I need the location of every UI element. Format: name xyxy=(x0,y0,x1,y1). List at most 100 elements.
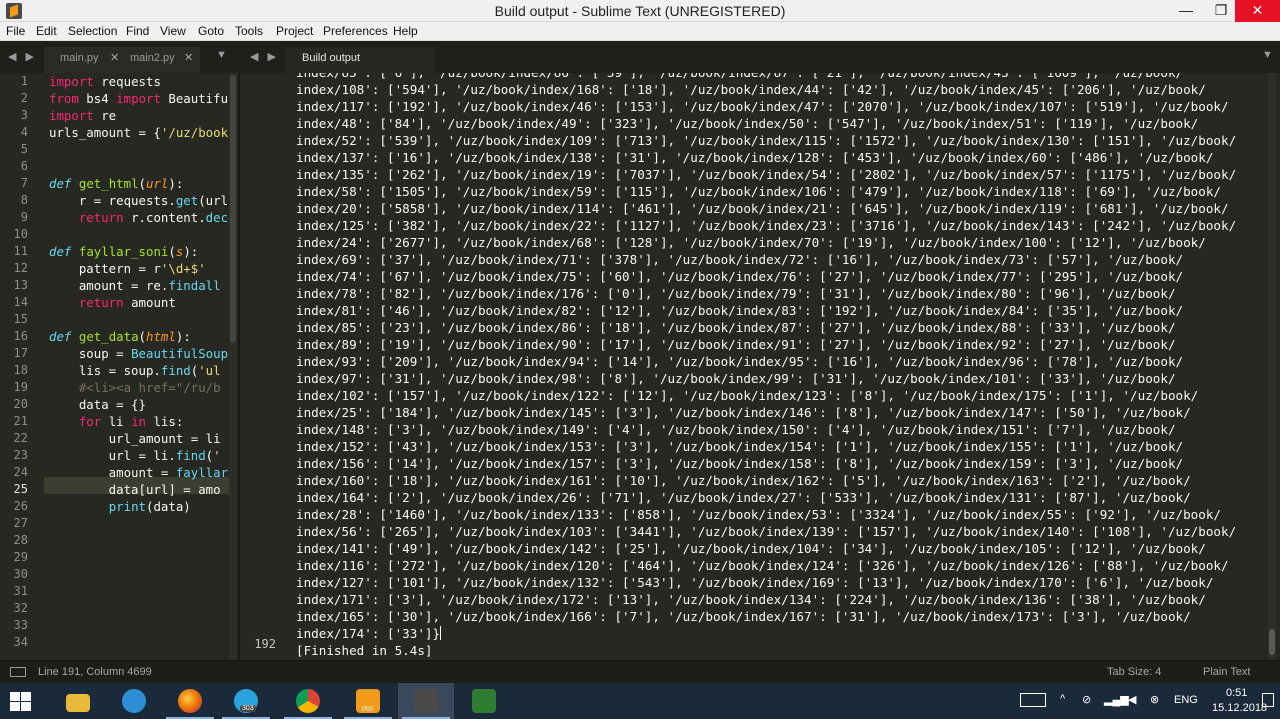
sublime-text-taskbar-icon[interactable] xyxy=(398,683,454,719)
line-number: 5 xyxy=(20,142,28,156)
tab-size-selector[interactable]: Tab Size: 4 xyxy=(1107,666,1161,678)
editor-pane[interactable]: 1 2 3 4 5 6 7 8 9 10 11 12 13 14 15 16 17 18 19 20 21 22 23 24 2… xyxy=(0,73,238,660)
code-line: amount = re.findall xyxy=(49,278,221,293)
output-line: index/85': ['23'], '/uz/book/index/86': … xyxy=(296,320,1176,335)
menu-help[interactable]: Help xyxy=(393,24,418,38)
code-line: import requests xyxy=(49,74,161,89)
build-output-text[interactable]: index/85': ['6'], '/uz/book/index/86': [… xyxy=(296,73,1266,659)
window-title: Build output - Sublime Text (UNREGISTERE… xyxy=(494,3,786,19)
syntax-selector[interactable]: Plain Text xyxy=(1203,666,1251,678)
code-line: from bs4 import BeautifulSoup xyxy=(49,91,229,106)
network-app-taskbar-icon[interactable] xyxy=(106,683,162,719)
signal-icon[interactable]: ▂▄▆ xyxy=(1104,693,1129,706)
output-line: index/52': ['539'], '/uz/book/index/109'… xyxy=(296,133,1237,148)
tab-main2-py[interactable]: main2.py ✕ xyxy=(126,47,200,73)
tab-close-icon[interactable]: ✕ xyxy=(110,47,119,69)
tab-close-icon[interactable]: ✕ xyxy=(184,47,193,69)
code-line: soup = BeautifulSoup xyxy=(49,346,229,361)
windows-start-icon[interactable] xyxy=(10,692,32,712)
line-number: 23 xyxy=(13,448,28,462)
output-line: index/89': ['19'], '/uz/book/index/90': … xyxy=(296,337,1176,352)
code-view[interactable]: import requests from bs4 import Beautifu… xyxy=(49,73,229,515)
right-pane-nav-arrows[interactable]: ◀ ▶ xyxy=(250,50,279,63)
minimize-button[interactable]: — xyxy=(1170,0,1202,22)
tab-build-output[interactable]: Build output xyxy=(286,47,434,73)
chart-app-icon xyxy=(472,689,496,713)
windows-taskbar: 303 PDF ^ ⊘ ▂▄▆ ◀ ⊗ ENG 0:51 15.12.2018 xyxy=(0,683,1280,719)
close-button[interactable]: ✕ xyxy=(1235,0,1280,22)
tab-label: main.py xyxy=(60,52,99,64)
maximize-button[interactable]: ❐ xyxy=(1205,0,1237,22)
tab-label: Build output xyxy=(302,52,361,64)
code-line: #<li><a href="/ru/b xyxy=(78,380,221,395)
menu-edit[interactable]: Edit xyxy=(36,24,57,38)
telegram-unread-badge: 303 xyxy=(240,705,256,712)
output-line: index/24': ['2677'], '/uz/book/index/68'… xyxy=(296,235,1206,250)
show-panel-icon[interactable] xyxy=(10,667,26,677)
output-line: index/165': ['30'], '/uz/book/index/166'… xyxy=(296,609,1191,624)
tab-main-py[interactable]: main.py ✕ xyxy=(44,47,126,73)
output-line: index/93': ['209'], '/uz/book/index/94':… xyxy=(296,354,1184,369)
chevron-up-icon[interactable]: ^ xyxy=(1060,693,1065,705)
menu-goto[interactable]: Goto xyxy=(198,24,224,38)
left-scrollbar-thumb[interactable] xyxy=(230,75,236,343)
menu-tools[interactable]: Tools xyxy=(235,24,263,38)
line-number: 25 xyxy=(13,482,28,496)
volume-muted-icon[interactable]: ⊘ xyxy=(1082,693,1091,706)
folder-icon xyxy=(66,694,90,712)
telegram-taskbar-icon[interactable]: 303 xyxy=(218,683,274,719)
line-number: 24 xyxy=(13,465,28,479)
clock-time[interactable]: 0:51 xyxy=(1226,687,1247,699)
menu-preferences[interactable]: Preferences xyxy=(323,24,388,38)
code-line: def get_data(html): xyxy=(49,329,191,344)
left-pane-nav-arrows[interactable]: ◀ ▶ xyxy=(8,50,37,63)
cursor-position: Line 191, Column 4699 xyxy=(38,666,152,678)
clock-date[interactable]: 15.12.2018 xyxy=(1212,702,1267,714)
right-scrollbar-thumb[interactable] xyxy=(1269,629,1275,655)
output-line: index/97': ['31'], '/uz/book/index/98': … xyxy=(296,371,1176,386)
left-scrollbar[interactable] xyxy=(229,73,237,660)
output-line: index/148': ['3'], '/uz/book/index/149':… xyxy=(296,422,1176,437)
output-line: index/117': ['192'], '/uz/book/index/46'… xyxy=(296,99,1229,114)
speaker-icon[interactable]: ◀ xyxy=(1128,693,1136,706)
build-output-pane[interactable]: index/85': ['6'], '/uz/book/index/86': [… xyxy=(240,73,1280,660)
line-number: 21 xyxy=(13,414,28,428)
menu-bar: File Edit Selection Find View Goto Tools… xyxy=(0,22,1280,41)
menu-file[interactable]: File xyxy=(6,24,25,38)
notification-alert-icon[interactable]: ⊗ xyxy=(1150,693,1159,706)
right-scrollbar[interactable] xyxy=(1268,73,1276,660)
menu-view[interactable]: View xyxy=(160,24,186,38)
output-line: index/156': ['14'], '/uz/book/index/157'… xyxy=(296,456,1184,471)
line-number: 7 xyxy=(20,176,28,190)
line-number: 30 xyxy=(13,567,28,581)
pdf-icon-label: PDF xyxy=(362,707,374,713)
menu-find[interactable]: Find xyxy=(126,24,149,38)
line-number: 3 xyxy=(20,108,28,122)
chrome-taskbar-icon[interactable] xyxy=(280,683,336,719)
code-line: lis = soup.find('ul xyxy=(49,363,221,378)
firefox-taskbar-icon[interactable] xyxy=(162,683,218,719)
line-number: 29 xyxy=(13,550,28,564)
output-line: index/174': ['33']} xyxy=(296,626,442,641)
pdf-app-taskbar-icon[interactable]: PDF xyxy=(340,683,396,719)
status-bar: Line 191, Column 4699 Tab Size: 4 Plain … xyxy=(0,660,1280,683)
touch-keyboard-icon[interactable] xyxy=(1020,693,1046,707)
task-manager-taskbar-icon[interactable] xyxy=(456,683,512,719)
output-line: index/81': ['46'], '/uz/book/index/82': … xyxy=(296,303,1184,318)
keyboard-language[interactable]: ENG xyxy=(1174,694,1198,706)
left-pane-tab-dropdown-icon[interactable]: ▼ xyxy=(216,49,227,61)
action-center-icon[interactable] xyxy=(1262,693,1274,707)
right-pane-tab-dropdown-icon[interactable]: ▼ xyxy=(1262,49,1273,61)
code-line: data = {} xyxy=(49,397,146,412)
line-number: 16 xyxy=(13,329,28,343)
line-number: 10 xyxy=(13,227,28,241)
line-number: 32 xyxy=(13,601,28,615)
line-number: 1 xyxy=(20,74,28,88)
output-line: index/56': ['265'], '/uz/book/index/103'… xyxy=(296,524,1237,539)
file-explorer-taskbar-icon[interactable] xyxy=(50,683,106,719)
menu-selection[interactable]: Selection xyxy=(68,24,117,38)
menu-project[interactable]: Project xyxy=(276,24,313,38)
line-number: 27 xyxy=(13,516,28,530)
code-line: import re xyxy=(49,108,117,123)
